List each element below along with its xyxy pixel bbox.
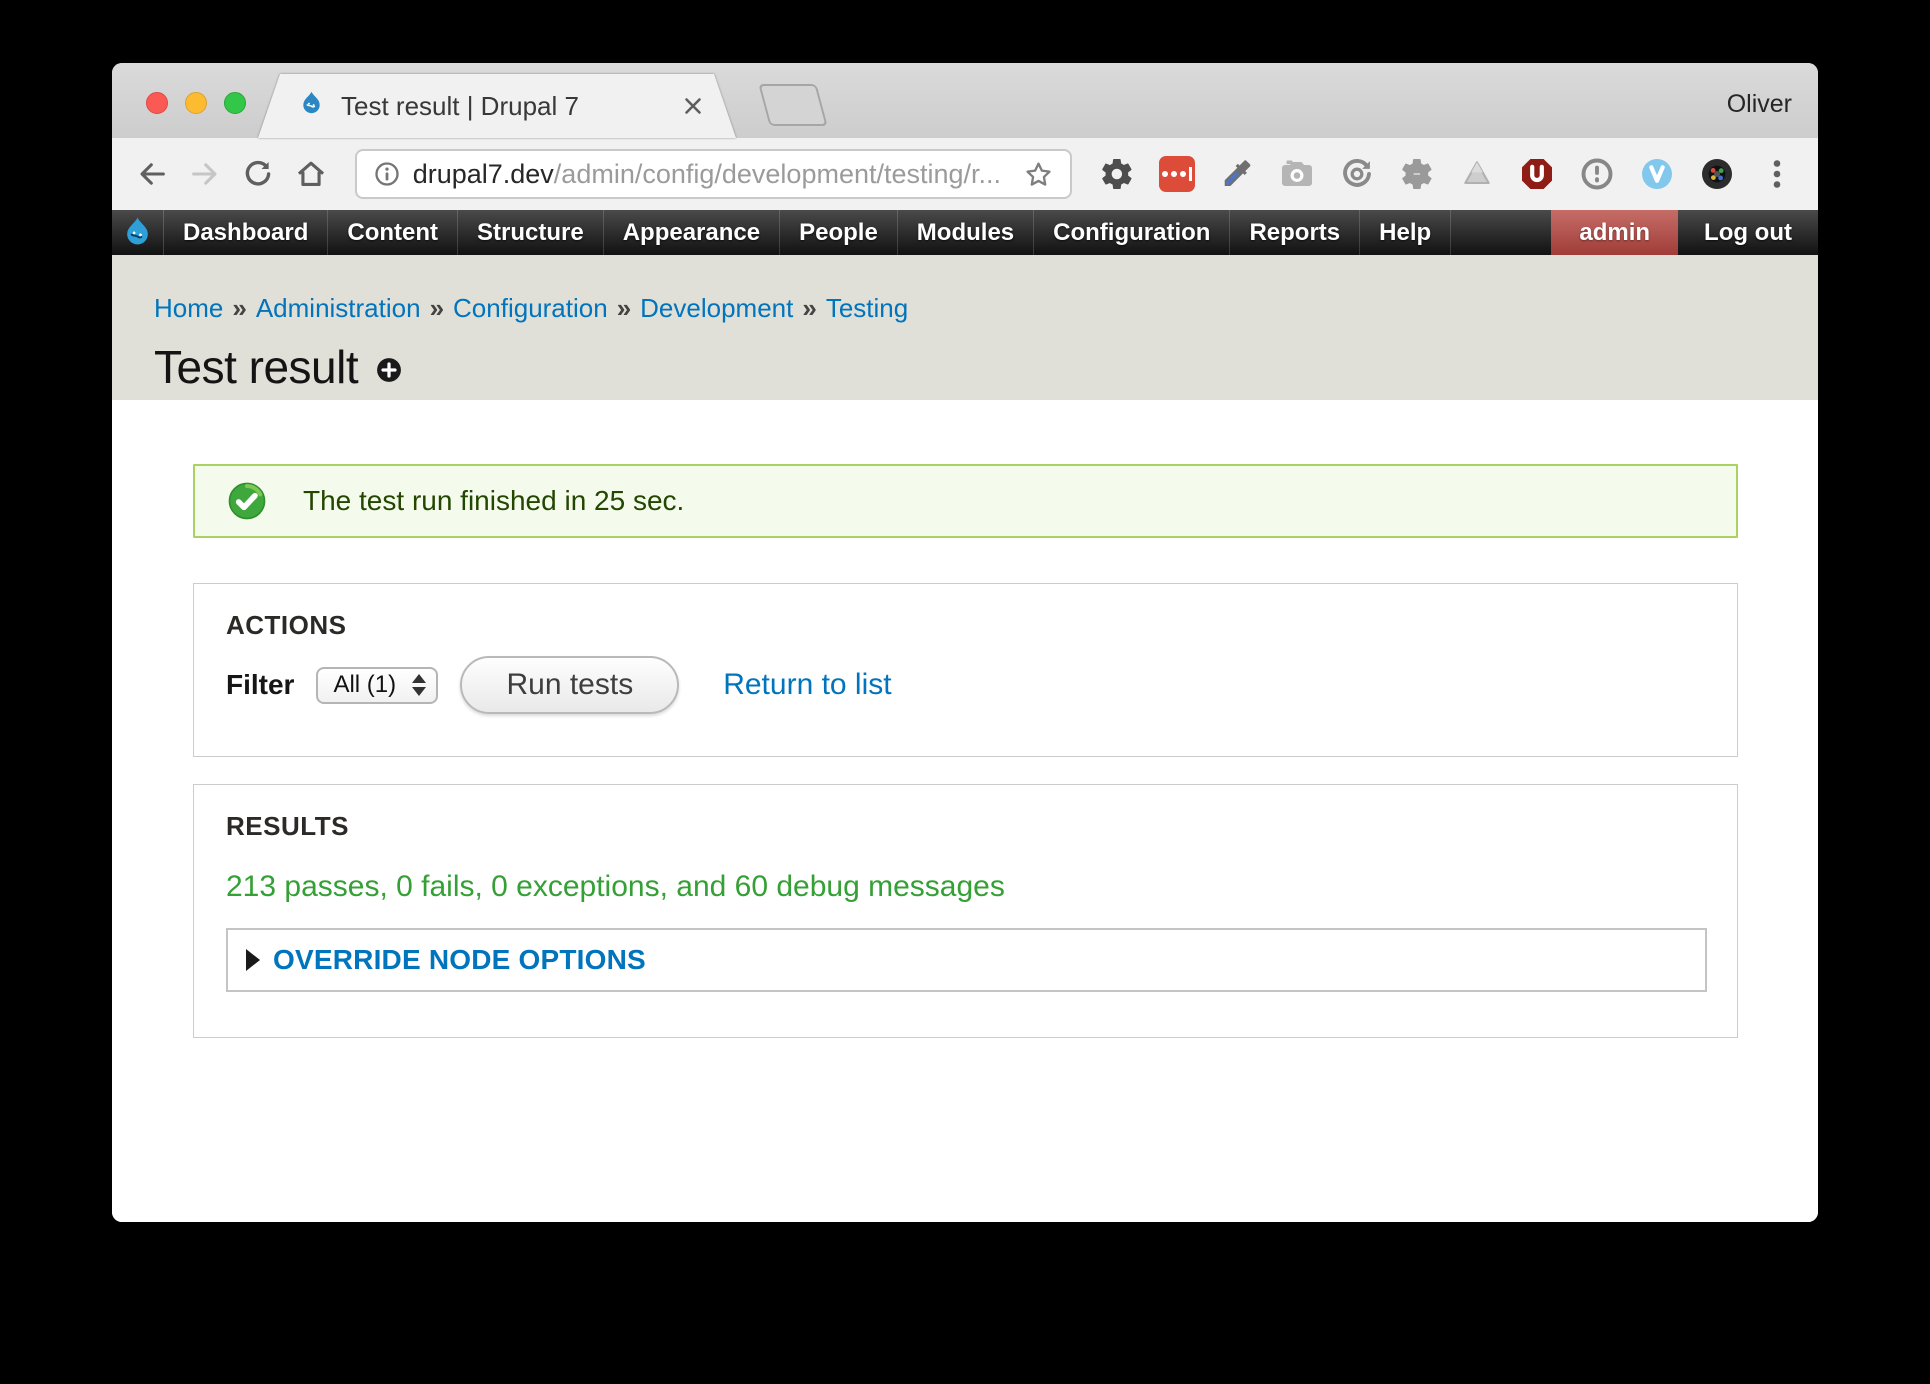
- forward-button[interactable]: [187, 155, 222, 193]
- page-title: Test result: [154, 340, 358, 394]
- admin-user-link[interactable]: admin: [1551, 210, 1678, 255]
- lens-icon[interactable]: [1698, 155, 1736, 193]
- browser-tab[interactable]: Test result | Drupal 7: [258, 74, 736, 138]
- breadcrumb-home[interactable]: Home: [154, 293, 223, 323]
- breadcrumb-configuration[interactable]: Configuration: [453, 293, 608, 323]
- browser-window: Test result | Drupal 7 Oliver drupal: [112, 63, 1818, 1222]
- camera-icon[interactable]: [1278, 155, 1316, 193]
- filter-label: Filter: [226, 669, 294, 701]
- status-message-text: The test run finished in 25 sec.: [303, 485, 684, 517]
- url-host: drupal7.dev: [413, 159, 554, 189]
- admin-menu-dashboard[interactable]: Dashboard: [164, 210, 328, 255]
- browser-menu-icon[interactable]: [1758, 155, 1796, 193]
- admin-menu-configuration[interactable]: Configuration: [1034, 210, 1230, 255]
- breadcrumb-administration[interactable]: Administration: [256, 293, 421, 323]
- eyedropper-icon[interactable]: [1218, 155, 1256, 193]
- ublock-icon[interactable]: [1518, 155, 1556, 193]
- info-circle-icon[interactable]: [1578, 155, 1616, 193]
- password-manager-icon[interactable]: [1158, 155, 1196, 193]
- run-tests-button[interactable]: Run tests: [460, 656, 679, 714]
- results-summary: 213 passes, 0 fails, 0 exceptions, and 6…: [226, 870, 1707, 904]
- breadcrumb: Home » Administration » Configuration » Develo…: [154, 293, 1818, 324]
- new-tab-button[interactable]: [758, 84, 827, 126]
- admin-toolbar-spacer: [1451, 210, 1551, 255]
- admin-menu-content[interactable]: Content: [328, 210, 458, 255]
- override-node-options-label[interactable]: OVERRIDE NODE OPTIONS: [273, 944, 646, 976]
- breadcrumb-separator: »: [617, 293, 631, 323]
- admin-menu-modules[interactable]: Modules: [898, 210, 1034, 255]
- admin-menu-appearance[interactable]: Appearance: [604, 210, 780, 255]
- status-ok-icon: [227, 481, 267, 521]
- url-text: drupal7.dev/admin/config/development/tes…: [413, 159, 1001, 190]
- results-fieldset: RESULTS 213 passes, 0 fails, 0 exception…: [193, 784, 1738, 1038]
- actions-legend: ACTIONS: [226, 610, 1707, 641]
- gear-bug-icon[interactable]: [1398, 155, 1436, 193]
- admin-menu-structure[interactable]: Structure: [458, 210, 604, 255]
- breadcrumb-development[interactable]: Development: [640, 293, 793, 323]
- select-stepper-icon: [412, 674, 426, 696]
- breadcrumb-separator: »: [430, 293, 444, 323]
- back-button[interactable]: [134, 155, 169, 193]
- collapsed-arrow-icon: [246, 949, 260, 971]
- results-legend: RESULTS: [226, 811, 1707, 842]
- return-to-list-link[interactable]: Return to list: [723, 668, 891, 702]
- settings-gear-icon[interactable]: [1098, 155, 1136, 193]
- url-path: /admin/config/development/testing/r...: [554, 159, 1001, 189]
- status-message: The test run finished in 25 sec.: [193, 464, 1738, 538]
- drive-triangle-icon[interactable]: [1458, 155, 1496, 193]
- v-circle-icon[interactable]: [1638, 155, 1676, 193]
- page-info-icon[interactable]: [373, 160, 401, 188]
- breadcrumb-testing[interactable]: Testing: [826, 293, 908, 323]
- page-header: Home » Administration » Configuration » Develo…: [112, 255, 1818, 400]
- tab-title: Test result | Drupal 7: [341, 91, 579, 122]
- logout-link[interactable]: Log out: [1678, 210, 1818, 255]
- tab-close-icon[interactable]: [680, 93, 706, 119]
- admin-menu-reports[interactable]: Reports: [1230, 210, 1360, 255]
- address-bar[interactable]: drupal7.dev/admin/config/development/tes…: [355, 149, 1072, 199]
- profile-name[interactable]: Oliver: [1727, 90, 1792, 119]
- actions-fieldset: ACTIONS Filter All (1) Run tests Return …: [193, 583, 1738, 757]
- tab-strip: Test result | Drupal 7 Oliver: [112, 63, 1818, 138]
- main-content: The test run finished in 25 sec. ACTIONS…: [112, 400, 1818, 1222]
- admin-menu-people[interactable]: People: [780, 210, 898, 255]
- filter-select[interactable]: All (1): [316, 667, 438, 704]
- add-shortcut-icon[interactable]: [376, 357, 402, 383]
- extension-bar: [1098, 155, 1796, 193]
- breadcrumb-separator: »: [232, 293, 246, 323]
- bookmark-star-icon[interactable]: [1023, 159, 1054, 190]
- close-window-button[interactable]: [146, 92, 168, 114]
- reload-button[interactable]: [240, 155, 275, 193]
- tab-reload-icon[interactable]: [1338, 155, 1376, 193]
- admin-menu-help[interactable]: Help: [1360, 210, 1451, 255]
- home-button[interactable]: [294, 155, 329, 193]
- filter-select-value: All (1): [333, 671, 396, 699]
- zoom-window-button[interactable]: [224, 92, 246, 114]
- favicon-drupal-icon: [298, 90, 325, 122]
- breadcrumb-separator: »: [802, 293, 816, 323]
- drupal-admin-toolbar: Dashboard Content Structure Appearance P…: [112, 210, 1818, 255]
- browser-toolbar: drupal7.dev/admin/config/development/tes…: [112, 138, 1818, 210]
- override-node-options-fieldset[interactable]: OVERRIDE NODE OPTIONS: [226, 928, 1707, 992]
- window-controls: [146, 92, 246, 114]
- drupal-logo-icon[interactable]: [112, 210, 164, 255]
- minimize-window-button[interactable]: [185, 92, 207, 114]
